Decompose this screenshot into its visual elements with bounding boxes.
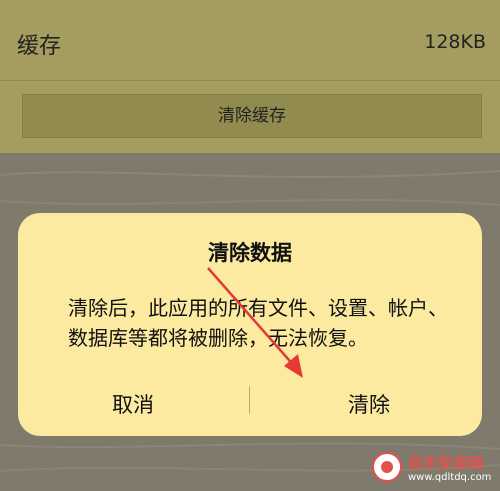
watermark-brand: 启东安卓网	[408, 454, 484, 472]
watermark-logo-icon	[372, 452, 402, 482]
divider	[0, 80, 500, 81]
clear-cache-button[interactable]: 清除缓存	[22, 94, 482, 138]
watermark-url: www.qdltdq.com	[408, 472, 492, 483]
clear-data-dialog: 清除数据 清除后，此应用的所有文件、设置、帐户、数据库等都将被删除，无法恢复。 …	[18, 213, 482, 436]
cache-label: 缓存	[17, 34, 62, 59]
button-divider	[249, 386, 250, 414]
confirm-clear-button[interactable]: 清除	[304, 389, 434, 419]
storage-card: 缓存 128KB 清除缓存	[0, 0, 500, 153]
cache-size: 128KB	[424, 31, 486, 53]
dialog-title: 清除数据	[208, 241, 292, 265]
cancel-button[interactable]: 取消	[68, 389, 198, 419]
watermark: 启东安卓网 www.qdltdq.com	[370, 450, 500, 491]
dialog-message: 清除后，此应用的所有文件、设置、帐户、数据库等都将被删除，无法恢复。	[68, 296, 448, 350]
